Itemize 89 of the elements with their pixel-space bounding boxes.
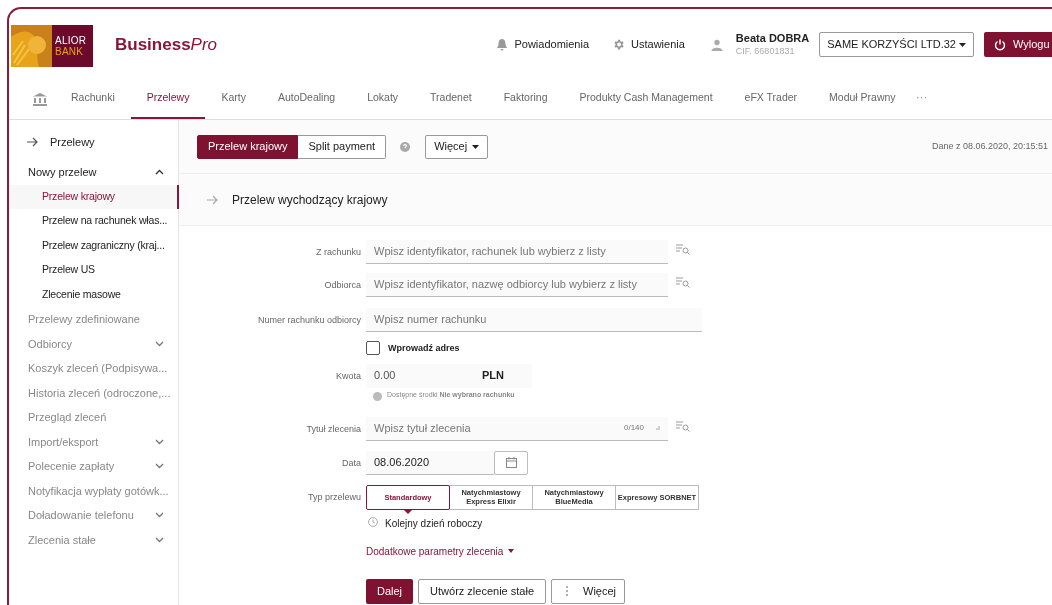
segment-tab[interactable]: Split payment — [298, 134, 387, 159]
amount-field[interactable]: 0.00 PLN — [366, 363, 532, 388]
nav-tab[interactable]: AutoDealing — [261, 90, 352, 119]
arrow-right-icon[interactable] — [27, 137, 38, 147]
input-field[interactable]: Wpisz identyfikator, nazwę odbiorcy lub wybierz z listy — [366, 273, 668, 297]
caret-icon — [472, 144, 480, 149]
logo[interactable]: ALIOR BANK — [11, 24, 93, 67]
sidebar-subitem[interactable]: Przelew na rachunek włas... — [42, 213, 168, 230]
chevron-down-icon[interactable] — [155, 463, 164, 470]
nav-tab[interactable]: Lokaty — [351, 90, 415, 119]
input-field[interactable]: Wpisz identyfikator, rachunek lub wybierz z listy — [366, 240, 668, 264]
section-title: Przelew wychodzący krajowy — [232, 191, 388, 209]
currency-label: PLN — [482, 368, 504, 384]
nav-tab[interactable]: Rachunki — [55, 90, 131, 119]
logo-text: BANK — [55, 45, 85, 57]
field-label: Numer rachunku odbiorcy — [257, 315, 361, 325]
list-search-icon[interactable] — [676, 420, 690, 432]
nav-tab[interactable]: Tradenet — [414, 90, 488, 119]
field-label: Kwota — [336, 370, 361, 381]
more-button[interactable]: Więcej — [551, 578, 625, 604]
additional-parameters-link[interactable]: Dodatkowe parametry zlecenia — [366, 543, 515, 559]
nav-tab[interactable]: Karty — [205, 90, 262, 119]
arrow-right-icon — [207, 194, 218, 205]
input-field[interactable]: 08.06.2020 — [366, 450, 494, 475]
chevron-down-icon[interactable] — [155, 340, 164, 347]
sidebar-item[interactable]: Notyfikacja wypłaty gotówk... — [28, 482, 169, 499]
clock-icon — [368, 516, 378, 527]
user-cif: CIF. 66801831 — [735, 44, 796, 58]
nav-tab[interactable]: eFX Trader — [728, 90, 814, 119]
calendar-icon — [505, 457, 517, 468]
execution-note: Kolejny dzień roboczy — [385, 516, 483, 531]
sidebar-item[interactable]: Doładowanie telefonu — [28, 507, 134, 524]
user-name: Beata DOBRA — [735, 31, 810, 45]
list-search-icon[interactable] — [676, 244, 690, 255]
brand-name: Pro — [190, 33, 218, 56]
field-label: Z rachunku — [315, 247, 361, 257]
sidebar-item[interactable]: Koszyk zleceń (Podpisywa... — [28, 360, 168, 377]
power-icon — [994, 38, 1006, 51]
field-label: Typ przelewu — [307, 491, 361, 502]
nav-tab[interactable]: Faktoring — [487, 90, 564, 119]
brand-name: Business — [115, 33, 191, 56]
next-button[interactable]: Dalej — [366, 578, 414, 604]
sidebar-subitem[interactable]: Przelew US — [42, 262, 95, 279]
calendar-button[interactable] — [494, 450, 528, 475]
nav-tab[interactable]: Produkty Cash Management — [563, 90, 729, 119]
input-field[interactable]: Wpisz tytuł zlecenia 0/140 — [366, 416, 668, 441]
sidebar-subitem[interactable]: Zlecenie masowe — [42, 286, 121, 303]
field-label: Data — [342, 457, 361, 468]
help-icon[interactable] — [400, 141, 411, 152]
company-dropdown[interactable]: SAME KORZYŚCI LTD.32 — [819, 32, 974, 57]
settings-link[interactable]: Ustawienia — [631, 36, 685, 53]
data-timestamp: Dane z 08.06.2020, 20:15:51 — [931, 139, 1048, 153]
standing-order-button[interactable]: Utwórz zlecenie stałe — [418, 578, 546, 604]
sidebar-item[interactable]: Przelewy zdefiniowane — [28, 311, 140, 328]
sidebar-item[interactable]: Historia zleceń (odroczone,... — [28, 384, 171, 401]
chevron-down-icon[interactable] — [155, 536, 164, 543]
field-label: Tytuł zlecenia — [306, 423, 361, 434]
sidebar-item[interactable]: Polecenie zapłaty — [28, 458, 115, 475]
nav-tab[interactable]: Moduł Prawny — [813, 90, 912, 119]
info-icon — [373, 391, 382, 401]
bank-icon[interactable] — [33, 93, 47, 106]
sidebar-item[interactable]: Przegląd zleceń — [28, 409, 107, 426]
sidebar-item[interactable]: Odbiorcy — [28, 335, 73, 352]
sidebar-item[interactable]: Import/eksport — [28, 433, 99, 450]
sidebar-item[interactable]: Zlecenia stałe — [28, 531, 96, 548]
logout-button[interactable]: Wylogu — [984, 32, 1052, 57]
logo-text: ALIOR — [55, 34, 87, 46]
bell-icon[interactable] — [496, 38, 509, 51]
back-link[interactable]: Przelewy — [50, 133, 95, 151]
list-search-icon[interactable] — [676, 277, 690, 288]
user-icon — [710, 38, 723, 51]
notifications-link[interactable]: Powiadomienia — [514, 36, 590, 53]
caret-icon — [959, 42, 966, 47]
checkbox-label: Wprowadź adres — [388, 342, 460, 355]
more-dropdown[interactable]: Więcej — [425, 134, 489, 159]
chevron-down-icon[interactable] — [155, 512, 164, 519]
input-field[interactable]: Wpisz numer rachunku — [366, 308, 702, 332]
character-counter: 0/140 — [623, 422, 644, 434]
chevron-up-icon[interactable] — [155, 169, 164, 176]
field-label: Odbiorca — [324, 280, 361, 290]
checkbox[interactable] — [366, 341, 380, 355]
chevron-down-icon[interactable] — [155, 438, 164, 445]
resize-handle-icon[interactable] — [654, 425, 660, 431]
logo-emblem-icon — [11, 24, 52, 67]
segment-tab[interactable]: Przelew krajowy — [197, 134, 299, 159]
caret-icon — [508, 549, 515, 553]
sidebar-item[interactable]: Nowy przelew — [28, 164, 97, 181]
sidebar-subitem[interactable]: Przelew zagraniczny (kraj... — [42, 237, 165, 254]
settings-icon[interactable] — [612, 38, 626, 51]
